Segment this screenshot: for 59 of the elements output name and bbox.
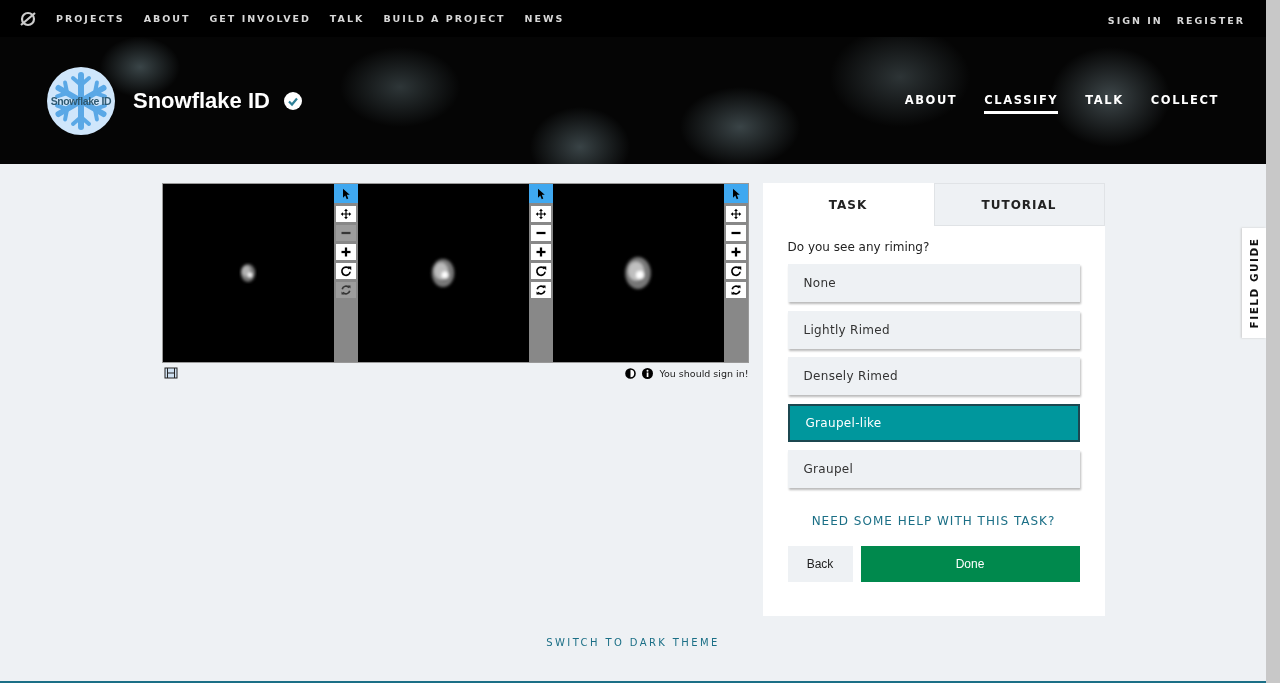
reset-icon <box>534 284 547 296</box>
plus-icon <box>339 246 352 258</box>
answer-option[interactable]: Densely Rimed <box>787 357 1080 395</box>
viewer-tool-button[interactable] <box>725 225 746 241</box>
move-arrows-icon <box>729 208 742 220</box>
viewer-tool-button[interactable] <box>725 263 746 279</box>
nav-link[interactable]: BUILD A PROJECT <box>383 13 506 24</box>
rotate-icon <box>339 265 352 277</box>
viewer-tool-button[interactable] <box>530 206 551 222</box>
viewer-tool-button[interactable] <box>335 206 356 222</box>
viewer-tool-button[interactable] <box>335 244 356 260</box>
answer-option[interactable]: None <box>787 264 1080 302</box>
viewer-tool-button[interactable] <box>723 184 748 203</box>
nav-link[interactable]: PROJECTS <box>56 13 125 24</box>
account-link[interactable]: SIGN IN <box>1107 15 1163 26</box>
project-tab[interactable]: COLLECT <box>1150 87 1219 114</box>
viewer-tool-button[interactable] <box>725 206 746 222</box>
sign-in-note: You should sign in! <box>659 367 749 379</box>
reset-icon <box>729 284 742 296</box>
viewer-tool-button[interactable] <box>530 282 551 298</box>
question-text: Do you see any riming? <box>787 240 931 254</box>
field-guide-tab[interactable]: FIELD GUIDE <box>1242 228 1266 338</box>
contrast-icon[interactable] <box>625 367 637 379</box>
answer-option[interactable]: Graupel-like <box>787 403 1080 442</box>
viewer-tool-button[interactable] <box>530 244 551 260</box>
answer-option[interactable]: Lightly Rimed <box>787 310 1080 349</box>
done-button[interactable]: Done <box>860 545 1080 582</box>
nav-link[interactable]: NEWS <box>524 13 565 24</box>
project-tab[interactable]: CLASSIFY <box>984 87 1059 114</box>
answer-option[interactable]: Graupel <box>787 450 1080 488</box>
rotate-icon <box>729 265 742 277</box>
help-link[interactable]: NEED SOME HELP WITH THIS TASK? <box>811 513 1056 528</box>
viewer-tool-button[interactable] <box>333 184 358 203</box>
move-arrows-icon <box>534 208 547 220</box>
project-title: Snowflake ID <box>133 87 270 114</box>
viewer-tool-button[interactable] <box>725 282 746 298</box>
viewer-tool-button[interactable] <box>530 263 551 279</box>
back-button[interactable]: Back <box>787 545 853 582</box>
project-tab[interactable]: TALK <box>1085 87 1124 114</box>
viewer-tool-button[interactable] <box>335 263 356 279</box>
viewer-tool-button[interactable] <box>725 244 746 260</box>
viewer-tool-button[interactable] <box>530 225 551 241</box>
project-tab[interactable]: ABOUT <box>904 87 958 114</box>
rotate-icon <box>534 265 547 277</box>
plus-icon <box>534 246 547 258</box>
logo-icon[interactable] <box>19 9 37 28</box>
viewer-tool-button[interactable] <box>528 184 553 203</box>
theme-toggle-link[interactable]: SWITCH TO DARK THEME <box>546 637 720 648</box>
info-icon[interactable] <box>642 367 654 379</box>
nav-link[interactable]: TALK <box>329 13 365 24</box>
scrollbar[interactable] <box>1266 0 1280 683</box>
task-tab[interactable]: TUTORIAL <box>933 183 1105 226</box>
nav-link[interactable]: GET INVOLVED <box>209 13 311 24</box>
nav-link[interactable]: ABOUT <box>143 13 191 24</box>
reset-icon <box>339 284 352 296</box>
plus-icon <box>729 246 742 258</box>
account-link[interactable]: REGISTER <box>1176 15 1245 26</box>
move-arrows-icon <box>339 208 352 220</box>
film-strip-icon[interactable] <box>163 367 178 379</box>
